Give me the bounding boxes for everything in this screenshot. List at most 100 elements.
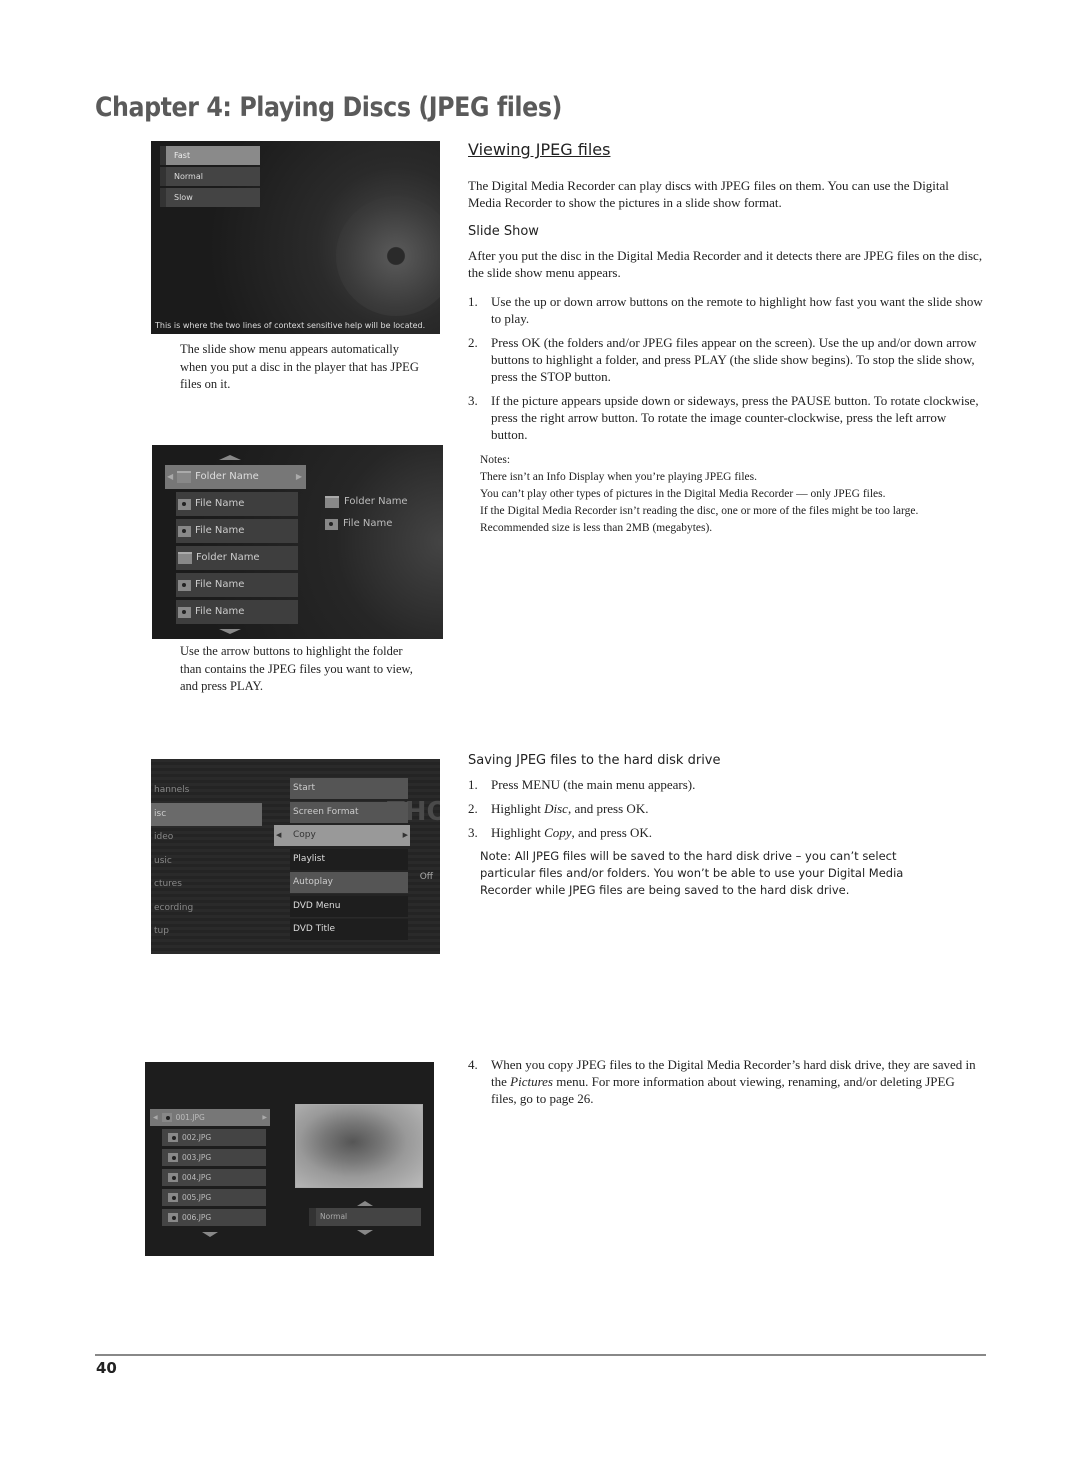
- browser-item: File Name: [176, 492, 298, 516]
- right-arrow-icon: ▶: [262, 1114, 267, 1121]
- preview-item: Folder Name: [325, 491, 408, 513]
- step-text: Use the up or down arrow buttons on the …: [491, 294, 983, 326]
- scroll-down-icon: [219, 629, 241, 634]
- camera-file-icon: [178, 525, 191, 537]
- camera-file-icon: [178, 606, 191, 618]
- jpeg-file-name: 001.JPG: [175, 1113, 205, 1122]
- main-menu-list: hannels isc ideo usic ctures ecording tup: [151, 779, 266, 944]
- disc-submenu-item: Autoplay: [290, 872, 408, 893]
- jpeg-file-name: 005.JPG: [182, 1193, 212, 1202]
- saving-heading: Saving JPEG files to the hard disk drive: [468, 753, 721, 768]
- camera-file-icon: [168, 1173, 178, 1182]
- disc-submenu-item: DVD Title: [290, 919, 408, 940]
- main-menu-item: isc: [151, 802, 262, 826]
- step-item: 3. If the picture appears upside down or …: [468, 392, 983, 443]
- footer-rule: [95, 1354, 986, 1356]
- saving-note: Note: All JPEG files will be saved to th…: [480, 849, 904, 897]
- folder-icon: [325, 496, 339, 508]
- left-arrow-icon: ◀: [153, 1114, 158, 1121]
- browser-item-label: Folder Name: [195, 471, 259, 482]
- folder-preview: Folder Name File Name: [325, 491, 408, 535]
- note-line: There isn’t an Info Display when you’re …: [480, 471, 758, 483]
- note-line: If the Digital Media Recorder isn’t read…: [480, 505, 919, 517]
- speed-option-normal: Normal: [160, 167, 260, 186]
- right-arrow-icon: ▶: [295, 472, 302, 481]
- saving-step-4: 4. When you copy JPEG files to the Digita…: [468, 1056, 983, 1114]
- step-text: Highlight Copy, and press OK.: [491, 825, 653, 840]
- main-menu-item: usic: [154, 855, 172, 866]
- left-arrow-icon: ◀: [167, 472, 174, 481]
- disc-submenu-label: DVD Title: [293, 924, 336, 934]
- jpeg-file-item: 003.JPG: [162, 1149, 266, 1166]
- step-number: 2.: [468, 335, 478, 350]
- disc-menu-screenshot: THO hannelsiscideousiccturesecordingtup …: [151, 759, 440, 954]
- camera-file-icon: [168, 1213, 178, 1222]
- speed-option-fast: Fast: [160, 146, 260, 165]
- browser-item-label: File Name: [195, 525, 245, 536]
- folder-file-list: ◀ Folder Name ▶ File Name File Name Folder Na…: [165, 465, 306, 627]
- jpeg-file-item: 004.JPG: [162, 1169, 266, 1186]
- camera-file-icon: [325, 518, 338, 530]
- disc-graphic: [336, 196, 440, 316]
- note-line: You can’t play other types of pictures i…: [480, 488, 886, 500]
- disc-submenu-label: Copy: [293, 830, 316, 840]
- intro-paragraph: The Digital Media Recorder can play disc…: [468, 178, 949, 210]
- browser-item-label: File Name: [195, 579, 245, 590]
- slide-show-menu-screenshot: Fast Normal Slow This is where the two l…: [151, 141, 440, 334]
- jpeg-file-item: 005.JPG: [162, 1189, 266, 1206]
- main-menu-item: tup: [154, 926, 169, 936]
- camera-file-icon: [168, 1133, 178, 1142]
- preview-item-label: Folder Name: [344, 496, 408, 507]
- disc-submenu-label: DVD Menu: [293, 900, 341, 911]
- autoplay-value: Off: [419, 872, 433, 882]
- scroll-down-icon: [202, 1232, 218, 1237]
- main-menu-item: ctures: [154, 879, 182, 889]
- jpeg-file-item: ◀ 001.JPG ▶: [150, 1109, 270, 1126]
- right-arrow-icon: ▶: [402, 831, 408, 839]
- disc-submenu-item: Playlist: [290, 848, 408, 870]
- main-menu-item: ecording: [154, 902, 194, 913]
- camera-file-icon: [178, 498, 191, 510]
- step-item: 2. Highlight Disc, and press OK.: [468, 800, 983, 817]
- preview-item: File Name: [325, 513, 408, 535]
- step-number: 3.: [468, 825, 478, 840]
- speed-menu: Fast Normal Slow: [160, 146, 260, 209]
- disc-submenu-label: Start: [293, 783, 315, 793]
- slide-show-intro: After you put the disc in the Digital Me…: [468, 248, 983, 280]
- disc-submenu-label: Playlist: [293, 853, 325, 864]
- jpeg-file-name: 004.JPG: [182, 1173, 212, 1182]
- browser-item-label: Folder Name: [196, 552, 260, 563]
- step-number: 3.: [468, 393, 478, 408]
- slide-show-steps: 1. Use the up or down arrow buttons on th…: [468, 293, 983, 450]
- left-arrow-icon: ◀: [276, 831, 282, 839]
- disc-submenu-label: Autoplay: [293, 877, 333, 887]
- step-number: 1.: [468, 294, 478, 309]
- step-item: 4. When you copy JPEG files to the Digita…: [468, 1056, 983, 1107]
- preview-item-label: File Name: [343, 518, 393, 529]
- jpeg-file-name: 003.JPG: [182, 1153, 212, 1162]
- speed-down-icon: [357, 1230, 373, 1235]
- step-text: When you copy JPEG files to the Digital …: [491, 1057, 976, 1106]
- camera-file-icon: [161, 1113, 172, 1122]
- step-text: Highlight Disc, and press OK.: [491, 801, 649, 816]
- browser-item: File Name: [176, 573, 298, 597]
- slide-show-heading: Slide Show: [468, 224, 539, 239]
- disc-submenu-label: Screen Format: [293, 806, 359, 817]
- slide-speed-selector: Normal: [309, 1208, 421, 1226]
- folder-icon: [178, 552, 192, 564]
- step-text: Press OK (the folders and/or JPEG files …: [491, 335, 977, 384]
- section-title: Viewing JPEG files: [468, 140, 611, 159]
- context-help-text: This is where the two lines of context s…: [155, 321, 426, 330]
- step-number: 4.: [468, 1057, 478, 1072]
- caption-folder-menu: Use the arrow buttons to highlight the f…: [180, 644, 413, 693]
- folder-icon: [177, 471, 192, 483]
- camera-file-icon: [178, 579, 191, 591]
- disc-submenu-item: Start: [290, 778, 408, 799]
- jpeg-file-item: 006.JPG: [162, 1209, 266, 1226]
- scroll-up-icon: [219, 455, 241, 460]
- speed-up-icon: [357, 1201, 373, 1206]
- disc-submenu-item: Copy ◀ ▶: [274, 825, 410, 846]
- jpeg-file-name: 002.JPG: [182, 1133, 212, 1142]
- step-number: 1.: [468, 777, 478, 792]
- step-number: 2.: [468, 801, 478, 816]
